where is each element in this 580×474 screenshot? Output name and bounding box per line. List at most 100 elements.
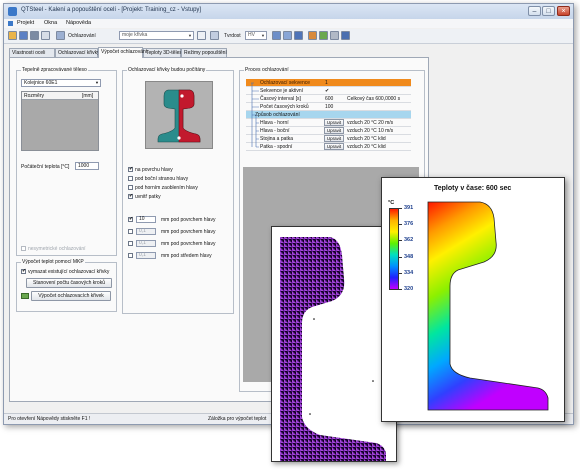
nonsym-label: nesymetrické ochlazování: [28, 246, 86, 252]
body-select-value: Kolejnice 60E1: [24, 80, 58, 86]
report-icon[interactable]: [308, 31, 317, 40]
point-checkbox-0[interactable]: ✔: [128, 167, 133, 172]
export-icon[interactable]: [319, 31, 328, 40]
init-temp-input[interactable]: 1000: [75, 162, 99, 170]
scale-tick: [399, 208, 402, 209]
body-select[interactable]: Kolejnice 60E1 ▼: [21, 79, 101, 87]
view-icon[interactable]: [272, 31, 281, 40]
cooling-select[interactable]: moje křivka ▼: [119, 31, 194, 40]
steps-button[interactable]: Stanovení počtu časových kroků: [26, 278, 112, 288]
depth-checkbox-1[interactable]: [128, 229, 133, 234]
status-right: Záložka pro výpočet teplot: [208, 416, 267, 422]
menu-napoveda[interactable]: Nápověda: [66, 20, 91, 26]
use-existing-label: vymazat existující ochlazovací křivky: [28, 269, 110, 275]
minimize-button[interactable]: –: [528, 6, 541, 16]
curves-group: Ochlazovací křivky budou počítány ✔ na p…: [122, 67, 234, 314]
depth-checkbox-3[interactable]: [128, 253, 133, 258]
dimensions-header-label: Rozměry: [24, 93, 45, 99]
depth-input-0[interactable]: 10: [136, 216, 156, 223]
edit-curve-icon[interactable]: [197, 31, 206, 40]
depth-input-1[interactable]: 0,1: [136, 228, 156, 235]
save-icon[interactable]: [19, 31, 28, 40]
calc-icon: [21, 293, 29, 299]
init-temp-label: Počáteční teplota [°C]: [21, 164, 70, 170]
depth-value-1: 0,1: [139, 228, 146, 234]
depth-label-0: mm pod povrchem hlavy: [161, 217, 216, 223]
scale-label: 362: [404, 237, 414, 243]
dimensions-table[interactable]: Rozměry [mm]: [21, 91, 99, 151]
help-icon[interactable]: [341, 31, 350, 40]
use-existing-checkbox[interactable]: ✔: [21, 269, 26, 274]
edit-button[interactable]: Upravit: [324, 127, 344, 134]
color-scale-bar: [389, 208, 399, 290]
heatmap-unit: °C: [388, 200, 395, 206]
point-label-3: uvnitř patky: [135, 194, 161, 200]
tab-cooling-curves[interactable]: Ochlazovací křivky: [55, 48, 100, 57]
body-group: Tepelně zpracovávané těleso Kolejnice 60…: [16, 67, 117, 256]
point-label-0: na povrchu hlavy: [135, 167, 173, 173]
edit-button[interactable]: Upravit: [324, 135, 344, 142]
cooling-row-note: vzduch 20 °C 20 m/s: [347, 120, 394, 126]
cooling-row[interactable]: Stojina a patka Upravit vzduch 20 °C kli…: [246, 135, 411, 143]
scale-label: 391: [404, 205, 414, 211]
point-checkbox-3[interactable]: ✔: [128, 194, 133, 199]
point-checkbox-1[interactable]: [128, 176, 133, 181]
point-label-2: pod horním zaoblením hlavy: [135, 185, 198, 191]
fem-mesh-window: [271, 226, 397, 462]
scale-label: 376: [404, 221, 414, 227]
depth-checkbox-0[interactable]: ✔: [128, 217, 133, 222]
compute-button[interactable]: Výpočet ochlazovacích křivek: [31, 291, 111, 301]
table-icon[interactable]: [294, 31, 303, 40]
edit-button[interactable]: Upravit: [324, 143, 344, 150]
process-row[interactable]: Sekvence je aktivní ✔: [246, 87, 411, 95]
nonsym-checkbox[interactable]: [21, 246, 26, 251]
scale-label: 334: [404, 270, 414, 276]
process-row-value: ✔: [325, 88, 330, 94]
menu-projekt[interactable]: Projekt: [17, 20, 34, 26]
process-row-note: Celkový čas 600,0000 s: [347, 96, 401, 102]
print-icon[interactable]: [41, 31, 50, 40]
open-icon[interactable]: [8, 31, 17, 40]
depth-label-2: mm pod povrchem hlavy: [161, 241, 216, 247]
cooling-row-key: Patka - spodní: [260, 144, 293, 150]
cooling-row-key: Hlava - boční: [260, 128, 290, 134]
depth-label-1: mm pod povrchem hlavy: [161, 229, 216, 235]
cooling-select-value: moje křivka: [122, 32, 148, 38]
process-row-key: Časový interval [s]: [260, 96, 301, 102]
cooling-row[interactable]: Hlava - horní Upravit vzduch 20 °C 20 m/…: [246, 119, 411, 127]
chevron-down-icon: ▼: [261, 33, 265, 38]
cooling-header-row[interactable]: Způsob ochlazování: [246, 111, 411, 119]
chevron-down-icon: ▼: [188, 33, 192, 38]
hardness-select[interactable]: HV ▼: [245, 31, 267, 40]
process-row[interactable]: Časový interval [s] 600 Celkový čas 600,…: [246, 95, 411, 103]
edit-button[interactable]: Upravit: [324, 119, 344, 126]
menu-okna[interactable]: Okna: [44, 20, 57, 26]
process-row[interactable]: Počet časových kroků 100: [246, 103, 411, 111]
tab-steel-properties[interactable]: Vlastnosti oceli: [9, 48, 55, 57]
hardness-label: Tvrdost: [224, 33, 241, 39]
rail-profile-preview: [145, 81, 213, 149]
point-checkbox-2[interactable]: [128, 185, 133, 190]
close-button[interactable]: ×: [557, 6, 570, 16]
cooling-row-note: vzduch 20 °C klid: [347, 144, 386, 150]
depth-input-2[interactable]: 0,1: [136, 240, 156, 247]
hardness-icon[interactable]: [210, 31, 219, 40]
settings-icon[interactable]: [330, 31, 339, 40]
depth-input-3[interactable]: 0,1: [136, 252, 156, 259]
maximize-button[interactable]: □: [542, 6, 555, 16]
save-all-icon[interactable]: [30, 31, 39, 40]
fem-mesh-image: [280, 237, 386, 461]
cooling-row-key: Hlava - horní: [260, 120, 289, 126]
tab-cooling-calculation[interactable]: Výpočet ochlazování: [98, 47, 147, 58]
process-row-value: 100: [325, 104, 334, 110]
cooling-row[interactable]: Patka - spodní Upravit vzduch 20 °C klid: [246, 143, 411, 151]
cooling-row[interactable]: Hlava - boční Upravit vzduch 20 °C 10 m/…: [246, 127, 411, 135]
process-group-title: Proces ochlazování: [244, 67, 290, 73]
tab-temperatures-3d[interactable]: Teploty 3D-těleso: [143, 48, 185, 57]
cooling-icon[interactable]: [56, 31, 65, 40]
depth-checkbox-2[interactable]: [128, 241, 133, 246]
process-header-row[interactable]: Ochlazovací sekvence 1: [246, 79, 411, 87]
tab-tempering-modes[interactable]: Režimy popouštění: [181, 48, 227, 57]
chart-icon[interactable]: [283, 31, 292, 40]
depth-value-3: 0,1: [139, 252, 146, 258]
